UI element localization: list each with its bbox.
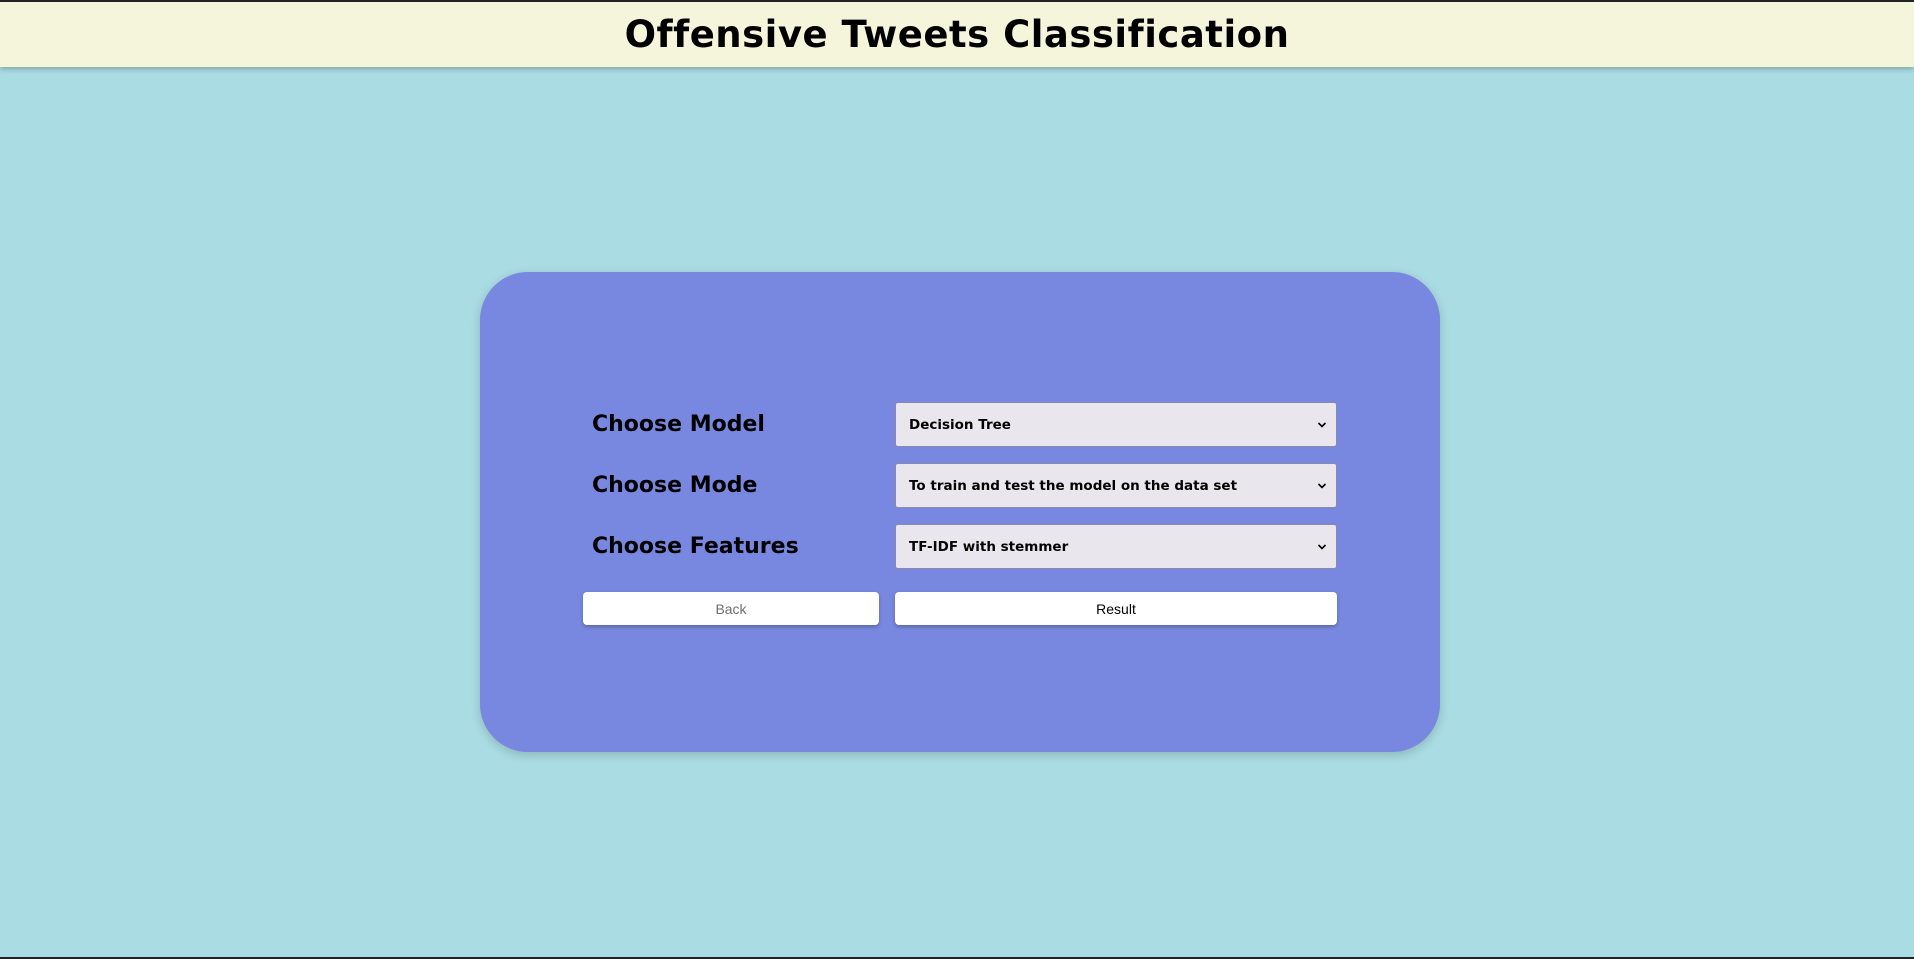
back-button[interactable]: Back: [583, 592, 879, 625]
features-select[interactable]: TF-IDF with stemmer: [895, 524, 1337, 569]
classification-form-card: Choose Model Decision Tree Choose Mode T…: [480, 272, 1440, 752]
features-select-value: TF-IDF with stemmer: [909, 538, 1069, 555]
chevron-down-icon: [1317, 543, 1327, 550]
result-button[interactable]: Result: [895, 592, 1337, 625]
chevron-down-icon: [1317, 482, 1327, 489]
choose-features-label: Choose Features: [592, 534, 799, 559]
chevron-down-icon: [1317, 421, 1327, 428]
app-header: Offensive Tweets Classification: [0, 0, 1914, 67]
model-select[interactable]: Decision Tree: [895, 402, 1337, 447]
mode-select[interactable]: To train and test the model on the data …: [895, 463, 1337, 508]
model-select-value: Decision Tree: [909, 416, 1011, 433]
choose-model-label: Choose Model: [592, 412, 765, 437]
page-title: Offensive Tweets Classification: [624, 13, 1290, 56]
choose-mode-label: Choose Mode: [592, 473, 758, 498]
mode-select-value: To train and test the model on the data …: [909, 477, 1238, 494]
